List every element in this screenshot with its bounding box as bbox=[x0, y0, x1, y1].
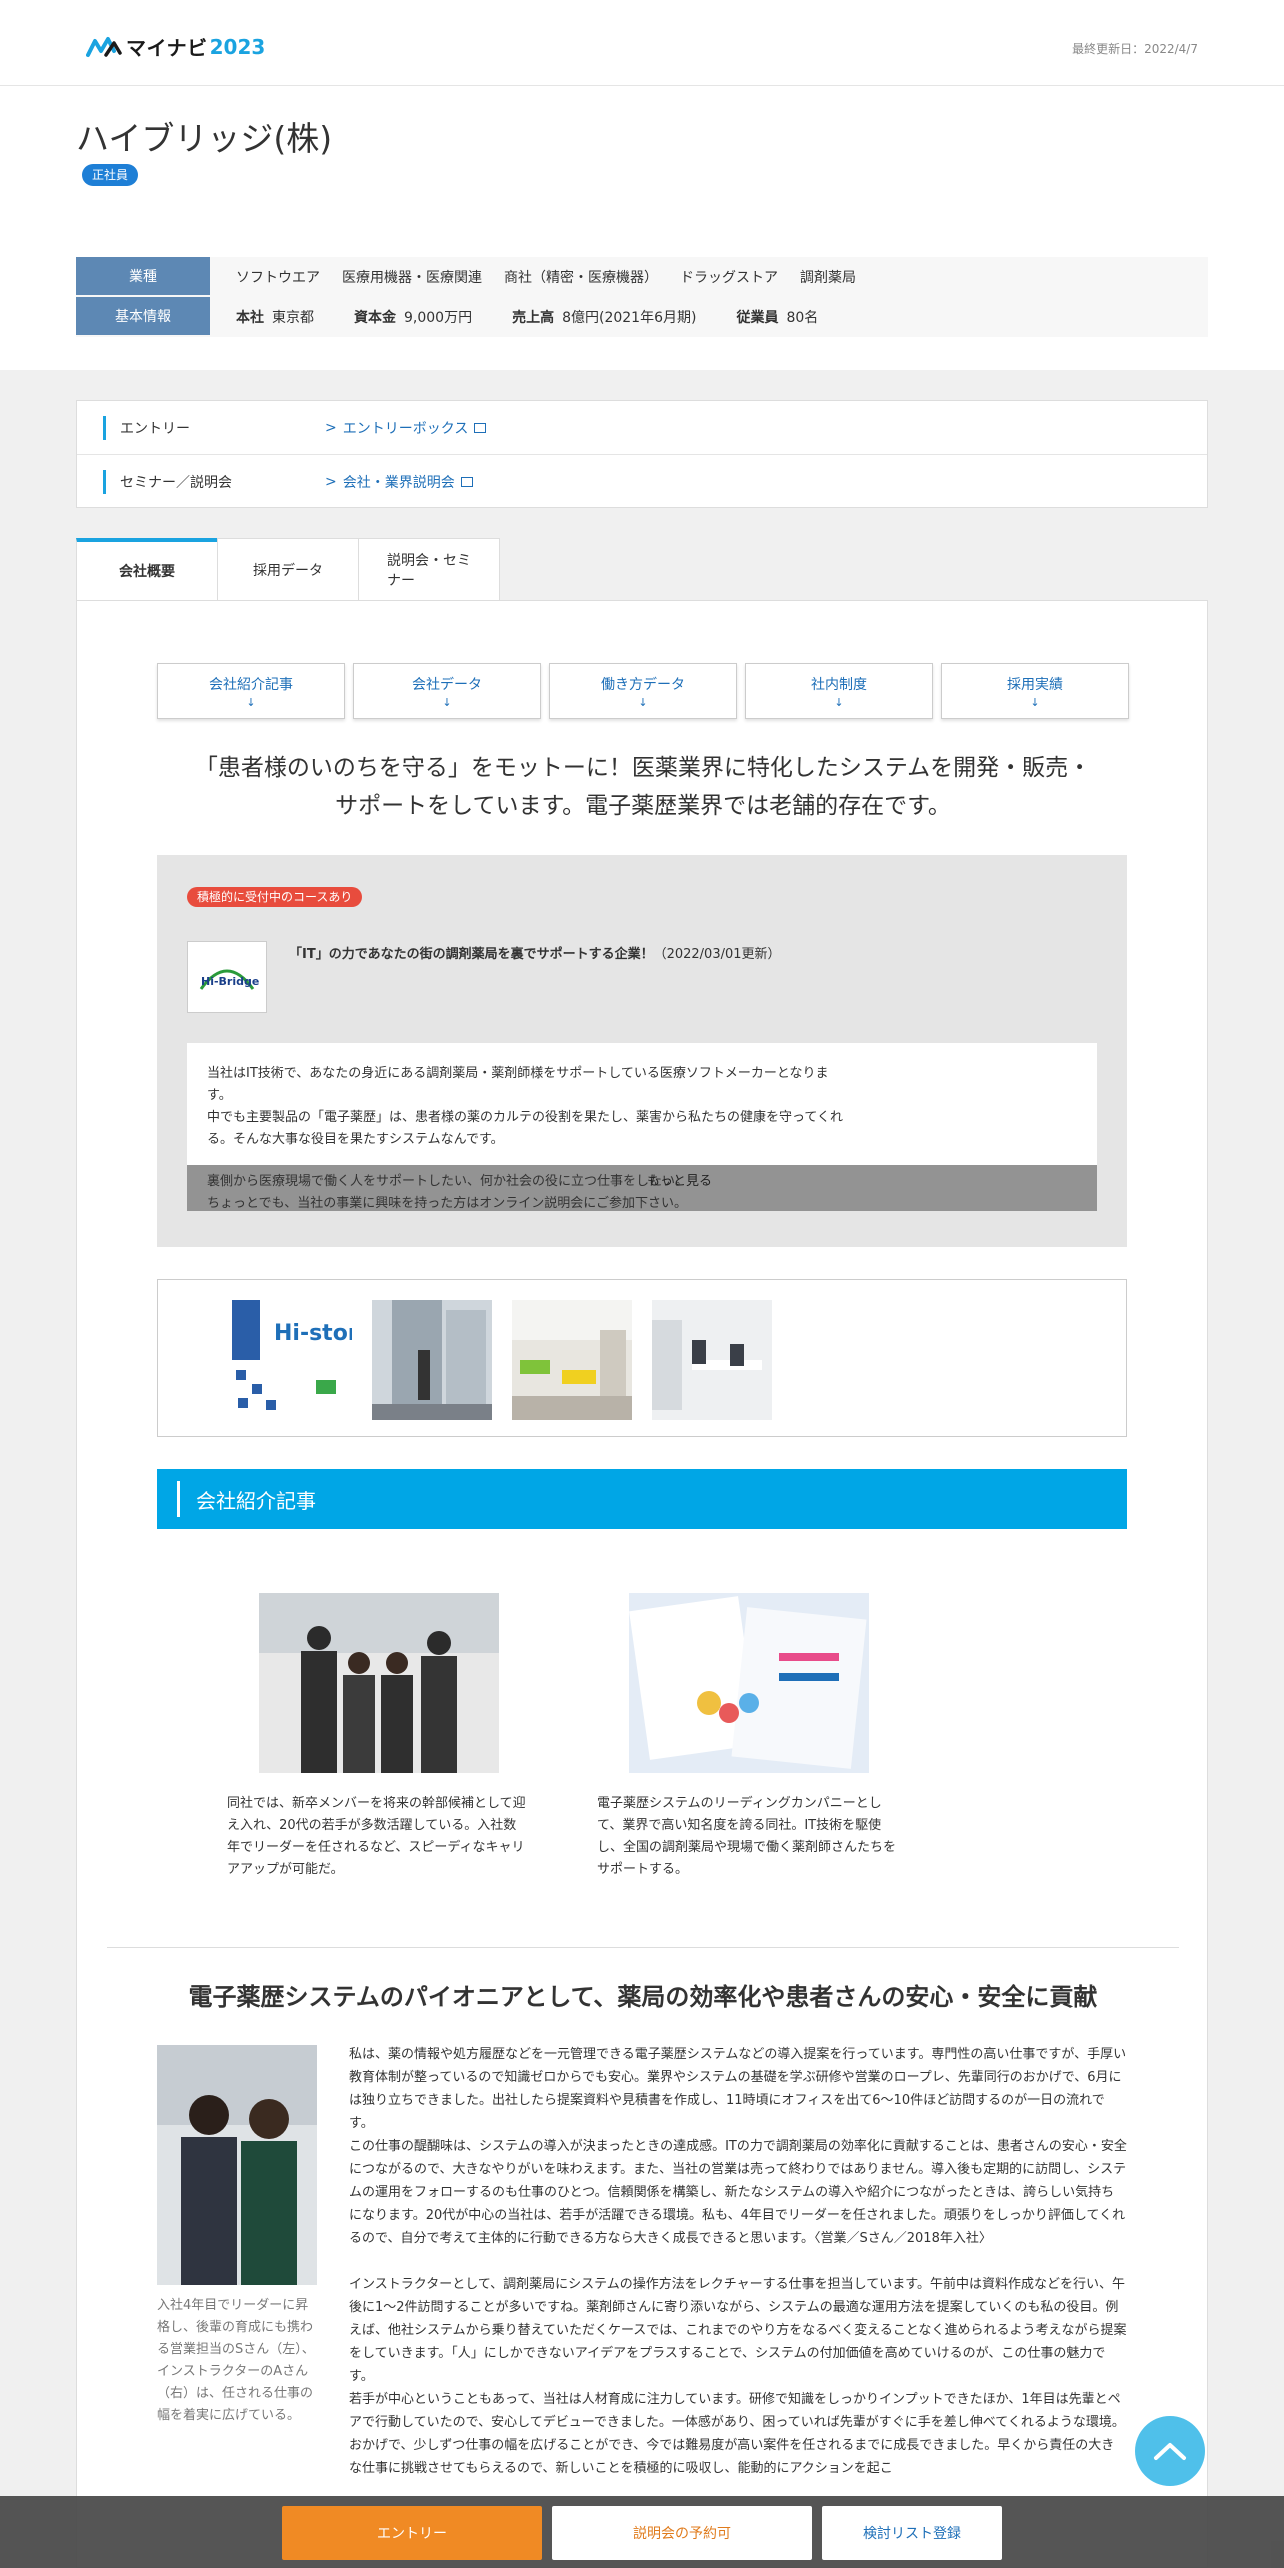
chevron-right-icon: > bbox=[325, 419, 337, 436]
article-list: 同社では、新卒メンバーを将来の幹部候補として迎え入れ、20代の若手が多数活躍して… bbox=[227, 1593, 1057, 1881]
divider bbox=[107, 1947, 1179, 1948]
arrow-down-icon: ↓ bbox=[1030, 695, 1040, 709]
pickup-title: 「IT」の力であなたの街の調剤薬局を裏でサポートする企業！（2022/03/01… bbox=[289, 947, 781, 962]
industry-item: 商社（精密・医療機器） bbox=[504, 270, 658, 286]
last-updated: 最終更新日：2022/4/7 bbox=[1072, 42, 1198, 56]
tab-recruit-data[interactable]: 採用データ bbox=[217, 538, 359, 600]
subnav-internal-systems[interactable]: 社内制度 ↓ bbox=[745, 663, 933, 719]
chevron-right-icon: > bbox=[325, 474, 337, 490]
article-image bbox=[629, 1593, 869, 1773]
employees-info: 従業員 80名 bbox=[736, 310, 819, 326]
arrow-down-icon: ↓ bbox=[638, 695, 648, 709]
gallery-photo[interactable] bbox=[372, 1300, 492, 1420]
entry-button[interactable]: エントリー bbox=[282, 2506, 542, 2560]
article-text: 同社では、新卒メンバーを将来の幹部候補として迎え入れ、20代の若手が多数活躍して… bbox=[227, 1796, 526, 1877]
entry-box-link[interactable]: > エントリーボックス bbox=[325, 418, 487, 438]
seminar-row: セミナー／説明会 > 会社・業界説明会 bbox=[77, 455, 1207, 509]
entry-row: エントリー > エントリーボックス bbox=[77, 401, 1207, 455]
company-article-heading: 会社紹介記事 bbox=[157, 1469, 1127, 1529]
industry-item: 調剤薬局 bbox=[800, 270, 856, 286]
tab-company-overview[interactable]: 会社概要 bbox=[76, 538, 218, 600]
tab-seminar[interactable]: 説明会・セミナー bbox=[358, 538, 500, 600]
staff-photo bbox=[157, 2045, 317, 2285]
active-course-badge: 積極的に受付中のコースあり bbox=[187, 887, 363, 907]
page-tabs: 会社概要 採用データ 説明会・セミナー bbox=[76, 538, 500, 600]
main-content: 会社紹介記事 ↓ 会社データ ↓ 働き方データ ↓ 社内制度 ↓ 採用実績 ↓ 「患者様の… bbox=[76, 600, 1208, 2568]
bottom-action-bar: エントリー 説明会の予約可 検討リスト登録 bbox=[0, 2496, 1284, 2568]
sales-info: 売上高 8億円(2021年6月期) bbox=[512, 310, 697, 326]
industry-item: ドラッグストア bbox=[680, 270, 778, 286]
arrow-down-icon: ↓ bbox=[834, 695, 844, 709]
seminar-link-text: 会社・業界説明会 bbox=[342, 475, 455, 491]
pickup-body: 当社はIT技術で、あなたの身近にある調剤薬局・薬剤師様をサポートしている医療ソフ… bbox=[187, 1043, 1097, 1211]
section-subnav: 会社紹介記事 ↓ 会社データ ↓ 働き方データ ↓ 社内制度 ↓ 採用実績 ↓ bbox=[157, 663, 1129, 719]
svg-text:Hi-Bridge: Hi-Bridge bbox=[201, 975, 259, 988]
basic-info-row: 基本情報 本社 東京都 資本金 9,000万円 売上高 8億円(2021年6月期) 従… bbox=[76, 297, 1208, 337]
external-window-icon bbox=[460, 477, 473, 487]
logo-text: マイナビ bbox=[126, 36, 208, 60]
entry-panel: エントリー > エントリーボックス セミナー／説明会 > 会社・業界説明会 bbox=[76, 400, 1208, 508]
employment-type-badge: 正社員 bbox=[82, 164, 139, 186]
company-name: ハイブリッジ(株) bbox=[76, 119, 333, 158]
read-more-button[interactable]: もっと見る bbox=[647, 1171, 712, 1193]
industry-item: ソフトウエア bbox=[236, 270, 320, 286]
external-window-icon bbox=[474, 422, 487, 433]
article-image bbox=[259, 1593, 499, 1773]
arrow-down-icon: ↓ bbox=[246, 695, 256, 709]
arrow-down-icon: ↓ bbox=[442, 695, 452, 709]
gallery-photo[interactable] bbox=[652, 1300, 772, 1420]
company-info-table: 業種 ソフトウエア 医療用機器・医療関連 商社（精密・医療機器） ドラッグストア… bbox=[76, 257, 1208, 337]
heading-rule bbox=[177, 1481, 180, 1517]
industry-item: 医療用機器・医療関連 bbox=[342, 270, 482, 286]
seminar-reservation-button[interactable]: 説明会の予約可 bbox=[552, 2506, 812, 2560]
photo-gallery: Hi-story bbox=[157, 1279, 1127, 1437]
catch-copy: 「患者様のいのちを守る」をモットーに！医薬業界に特化したシステムを開発・販売・ … bbox=[194, 755, 1092, 819]
staff-photo-caption: 入社4年目でリーダーに昇格し、後輩の育成にも携わる営業担当のSさん（左）、インス… bbox=[157, 2298, 315, 2423]
subnav-hiring-record[interactable]: 採用実績 ↓ bbox=[941, 663, 1129, 719]
svg-text:Hi-story: Hi-story bbox=[274, 1321, 352, 1346]
company-logo: Hi-Bridge bbox=[187, 941, 267, 1013]
gallery-photo[interactable]: Hi-story bbox=[232, 1300, 352, 1420]
mynavi-logo[interactable]: マイナビ 2023 bbox=[86, 32, 265, 61]
subnav-work-data[interactable]: 働き方データ ↓ bbox=[549, 663, 737, 719]
story-text: 私は、薬の情報や処方履歴などを一元管理できる電子薬歴システムなどの導入提案を行っ… bbox=[349, 2047, 1127, 2476]
seminar-row-label: セミナー／説明会 bbox=[103, 470, 325, 494]
read-more-overlay[interactable]: 裏側から医療現場で働く人をサポートしたい、何か社会の役に立つ仕事をしたい。 もっ… bbox=[187, 1165, 1097, 1211]
industry-row: 業種 ソフトウエア 医療用機器・医療関連 商社（精密・医療機器） ドラッグストア… bbox=[76, 257, 1208, 297]
entry-box-link-text: エントリーボックス bbox=[342, 420, 469, 437]
hibridge-logo-icon: Hi-Bridge bbox=[199, 969, 259, 990]
site-header: マイナビ 2023 最終更新日：2022/4/7 bbox=[0, 0, 1284, 86]
gallery-photo[interactable] bbox=[512, 1300, 632, 1420]
hq-info: 本社 東京都 bbox=[236, 310, 314, 326]
seminar-link[interactable]: > 会社・業界説明会 bbox=[325, 472, 473, 492]
basic-info-values: 本社 東京都 資本金 9,000万円 売上高 8億円(2021年6月期) 従業員 80名 bbox=[210, 297, 818, 337]
add-to-list-button[interactable]: 検討リスト登録 bbox=[822, 2506, 1002, 2560]
entry-row-label: エントリー bbox=[103, 415, 325, 440]
article-card[interactable]: 同社では、新卒メンバーを将来の幹部候補として迎え入れ、20代の若手が多数活躍して… bbox=[227, 1593, 527, 1881]
article-text: 電子薬歴システムのリーディングカンパニーとして、業界で高い知名度を誇る同社。IT… bbox=[597, 1796, 897, 1877]
pickup-box: 積極的に受付中のコースあり Hi-Bridge 「IT」の力であなたの街の調剤薬… bbox=[157, 855, 1127, 1247]
logo-year: 2023 bbox=[209, 34, 266, 59]
industry-values: ソフトウエア 医療用機器・医療関連 商社（精密・医療機器） ドラッグストア 調剤… bbox=[210, 257, 856, 297]
basic-info-label: 基本情報 bbox=[76, 297, 210, 335]
back-to-top-button[interactable] bbox=[1135, 2416, 1205, 2486]
company-block: ハイブリッジ(株) 正社員 業種 ソフトウエア 医療用機器・医療関連 商社（精密… bbox=[0, 86, 1284, 370]
subnav-company-data[interactable]: 会社データ ↓ bbox=[353, 663, 541, 719]
subnav-company-articles[interactable]: 会社紹介記事 ↓ bbox=[157, 663, 345, 719]
chevron-up-icon bbox=[1154, 2443, 1186, 2460]
story-heading: 電子薬歴システムのパイオニアとして、薬局の効率化や患者さんの安心・安全に貢献 bbox=[188, 1983, 1098, 2011]
mynavi-logo-icon bbox=[86, 36, 122, 57]
industry-label: 業種 bbox=[76, 257, 210, 295]
article-card[interactable]: 電子薬歴システムのリーディングカンパニーとして、業界で高い知名度を誇る同社。IT… bbox=[597, 1593, 897, 1881]
capital-info: 資本金 9,000万円 bbox=[354, 310, 473, 326]
